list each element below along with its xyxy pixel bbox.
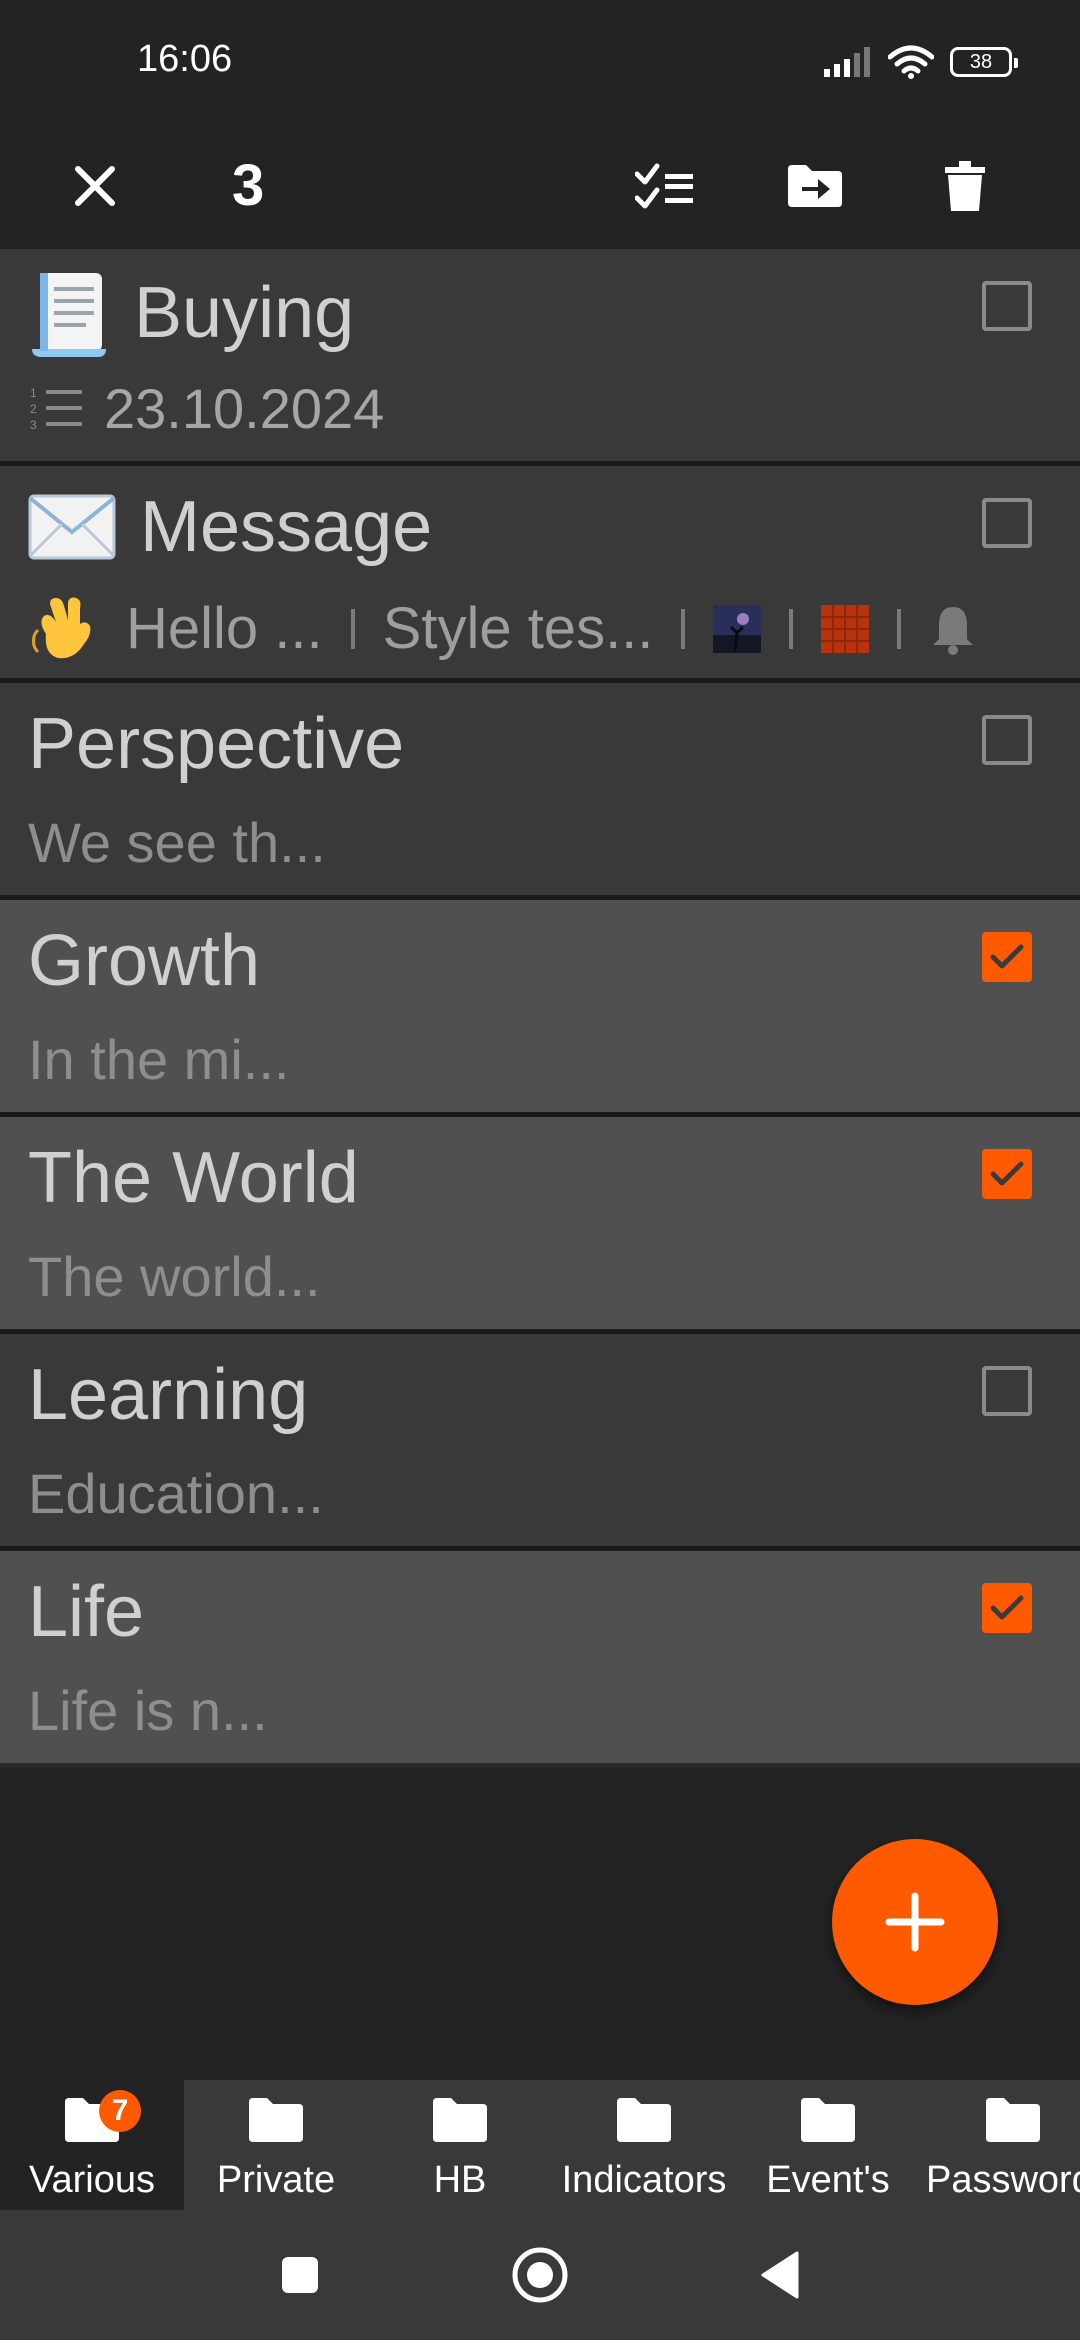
note-date: 23.10.2024 xyxy=(104,377,385,440)
note-item-life[interactable]: Life Life is n... xyxy=(0,1551,1080,1768)
texture-thumbnail-icon xyxy=(821,605,870,653)
tab-label: Event's xyxy=(766,2159,890,2201)
tab-label: HB xyxy=(433,2159,487,2201)
square-icon xyxy=(282,2257,318,2293)
notes-list: Buying 1 2 3 23.10.2024 Message Hello ..… xyxy=(0,249,1080,1768)
add-note-button[interactable] xyxy=(832,1839,998,2005)
note-subtitle: In the mi... xyxy=(28,1028,290,1091)
system-nav-bar xyxy=(0,2210,1080,2340)
check-icon xyxy=(990,1161,1024,1186)
message-part-style: Style tes... xyxy=(382,596,654,661)
folder-icon xyxy=(247,2096,305,2152)
plus-icon xyxy=(885,1892,945,1952)
status-time: 16:06 xyxy=(137,38,233,80)
folder-icon xyxy=(984,2096,1042,2152)
note-title-text: Message xyxy=(140,487,433,567)
tab-events[interactable]: Event's xyxy=(736,2080,920,2210)
delete-button[interactable] xyxy=(930,151,1000,221)
tab-label: Various xyxy=(28,2159,156,2201)
select-all-button[interactable] xyxy=(630,151,700,221)
note-subtitle: We see th... xyxy=(28,811,326,874)
folder-tabs: 7 Various Private HB Indicators Event's … xyxy=(0,2080,1080,2210)
folder-icon xyxy=(615,2096,673,2152)
separator xyxy=(789,609,794,649)
tab-indicators[interactable]: Indicators xyxy=(552,2080,736,2210)
folder-icon xyxy=(799,2096,857,2152)
triangle-back-icon xyxy=(761,2251,799,2299)
close-selection-button[interactable] xyxy=(60,151,130,221)
note-checkbox-checked[interactable] xyxy=(982,1149,1032,1199)
circle-icon xyxy=(512,2247,568,2303)
note-checkbox[interactable] xyxy=(982,281,1032,331)
note-item-message[interactable]: Message Hello ... Style tes... xyxy=(0,466,1080,683)
wifi-icon xyxy=(888,45,934,79)
selection-toolbar: 3 xyxy=(0,124,1080,248)
note-subtitle: 1 2 3 23.10.2024 xyxy=(28,377,384,441)
note-checkbox[interactable] xyxy=(982,498,1032,548)
svg-text:1: 1 xyxy=(30,386,37,400)
unread-badge: 7 xyxy=(99,2090,141,2132)
trash-icon xyxy=(945,161,985,211)
scroll-emoji-icon xyxy=(32,273,106,357)
numbered-list-icon: 1 2 3 xyxy=(30,386,82,432)
note-title-text: Buying xyxy=(134,273,355,353)
tab-label: Private xyxy=(216,2159,336,2201)
note-title: Buying xyxy=(28,269,354,357)
close-icon xyxy=(75,166,115,206)
note-item-the-world[interactable]: The World The world... xyxy=(0,1117,1080,1334)
folder-icon xyxy=(431,2096,489,2152)
note-item-growth[interactable]: Growth In the mi... xyxy=(0,900,1080,1117)
image-thumbnail-icon xyxy=(713,605,762,653)
note-subtitle: Life is n... xyxy=(28,1679,268,1742)
note-checkbox[interactable] xyxy=(982,715,1032,765)
note-title: Perspective xyxy=(28,704,405,784)
check-icon xyxy=(990,944,1024,969)
waving-hand-emoji-icon xyxy=(32,597,91,659)
note-title: The World xyxy=(28,1138,359,1218)
separator xyxy=(350,609,355,649)
note-subtitle: Hello ... Style tes... xyxy=(28,594,977,664)
envelope-emoji-icon xyxy=(28,494,116,560)
tab-various[interactable]: 7 Various xyxy=(0,2080,184,2210)
back-button[interactable] xyxy=(745,2240,815,2310)
tab-passwords[interactable]: Passwords xyxy=(920,2080,1080,2210)
note-subtitle: The world... xyxy=(28,1245,321,1308)
tab-hb[interactable]: HB xyxy=(368,2080,552,2210)
check-icon xyxy=(990,1595,1024,1620)
tab-label: Indicators xyxy=(561,2159,727,2201)
signal-icon xyxy=(824,47,870,77)
note-title: Growth xyxy=(28,921,261,1001)
status-icons: 38 xyxy=(824,40,1018,84)
home-button[interactable] xyxy=(505,2240,575,2310)
note-item-buying[interactable]: Buying 1 2 3 23.10.2024 xyxy=(0,249,1080,466)
status-bar: 16:06 38 xyxy=(0,0,1080,124)
bell-icon xyxy=(933,607,974,655)
separator xyxy=(681,609,686,649)
folder-move-icon xyxy=(788,165,842,207)
note-title: Message xyxy=(28,486,432,568)
checklist-icon xyxy=(635,163,693,209)
tab-label: Passwords xyxy=(926,2159,1080,2201)
note-subtitle: Education... xyxy=(28,1462,324,1525)
move-to-folder-button[interactable] xyxy=(780,151,850,221)
battery-icon: 38 xyxy=(950,47,1018,77)
note-item-learning[interactable]: Learning Education... xyxy=(0,1334,1080,1551)
selected-count: 3 xyxy=(232,153,265,218)
note-item-perspective[interactable]: Perspective We see th... xyxy=(0,683,1080,900)
tab-private[interactable]: Private xyxy=(184,2080,368,2210)
note-checkbox[interactable] xyxy=(982,1366,1032,1416)
svg-text:3: 3 xyxy=(30,418,37,432)
note-title: Learning xyxy=(28,1355,309,1435)
note-title: Life xyxy=(28,1572,145,1652)
note-checkbox-checked[interactable] xyxy=(982,932,1032,982)
note-checkbox-checked[interactable] xyxy=(982,1583,1032,1633)
recents-button[interactable] xyxy=(265,2240,335,2310)
battery-level: 38 xyxy=(969,50,993,73)
message-part-greeting: Hello ... xyxy=(126,596,323,661)
folder-icon: 7 xyxy=(63,2090,141,2152)
svg-text:2: 2 xyxy=(30,402,37,416)
separator xyxy=(897,609,902,649)
